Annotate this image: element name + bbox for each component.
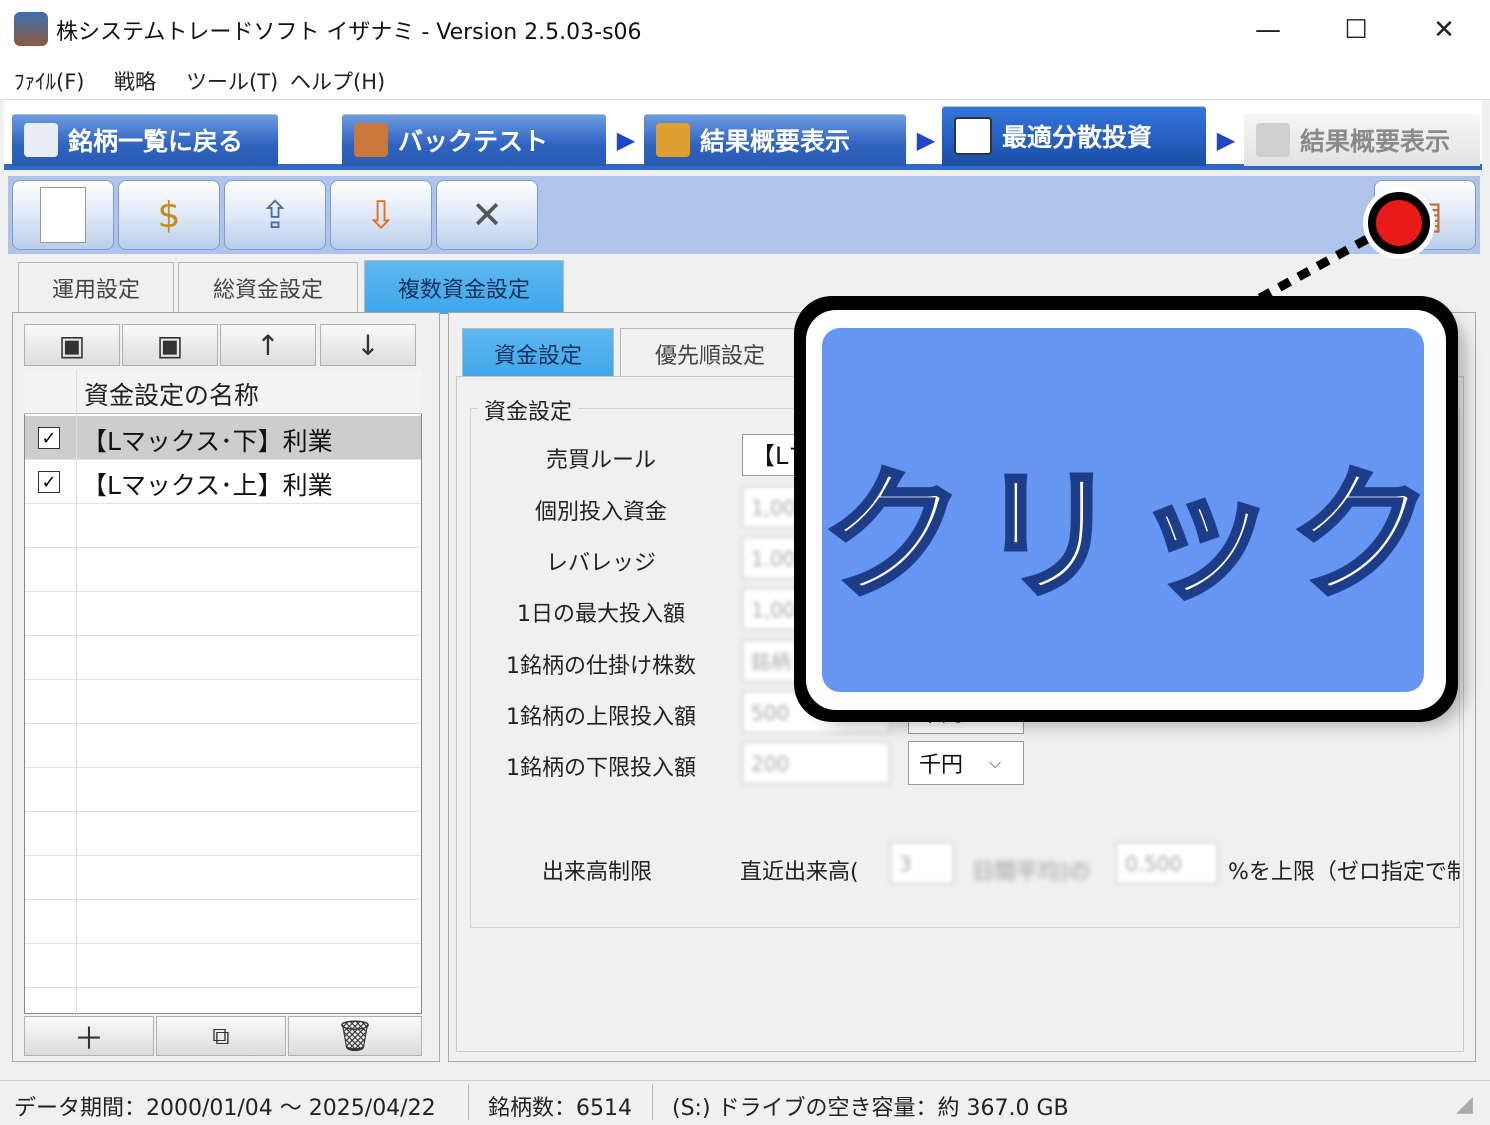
move-down-button[interactable]: ↓ [320,324,416,366]
status-divider [468,1084,469,1120]
status-divider [652,1084,653,1120]
table-row [25,680,421,724]
volume-percent-input[interactable]: 0.500 [1116,842,1218,884]
copy-icon: ⧉ [212,1022,230,1050]
tab-optimal-distribution[interactable]: 最適分散投資 [942,106,1206,166]
backpack-icon [354,123,388,157]
menu-tools[interactable]: ツール(T) [186,66,278,96]
tab-result-summary-2[interactable]: 結果概要表示 [1244,114,1480,166]
save-icon: ▣ [58,328,86,362]
status-disk-space: (S:) ドライブの空き容量：約 367.0 GB [672,1096,1069,1121]
export-icon: ⇪ [259,193,291,237]
fund-button[interactable]: $ [118,180,220,250]
menu-file[interactable]: ﾌｧｲﾙ(F) [14,66,84,96]
app-icon [14,12,48,46]
plus-icon: ＋ [74,1022,104,1057]
fund-settings-icon: $ [157,194,181,236]
tools-icon: ✕ [471,193,503,237]
resize-grip-icon[interactable]: ◢ [1456,1092,1473,1117]
arrow-right-icon: ▶ [916,126,936,154]
lower-limit-input[interactable]: 200 [742,742,890,784]
save-as-icon: ▣ [156,328,184,362]
row-label: 【Lマックス･下】利業 [82,427,333,456]
tab-result-summary[interactable]: 結果概要表示 [644,114,906,166]
chevron-down-icon: ⌵ [989,753,1002,772]
label-trade-rule: 売買ルール [545,448,656,473]
tab-operation-settings[interactable]: 運用設定 [18,262,174,312]
copy-button[interactable]: ⧉ [156,1016,286,1056]
label-daily-max: 1日の最大投入額 [517,602,685,627]
label-volume-limit: 出来高制限 [541,860,652,885]
row-label: 【Lマックス･上】利業 [82,471,333,500]
save-as-button[interactable]: ▣ [122,324,218,366]
table-row [25,856,421,900]
volume-suffix: %を上限（ゼロ指定で制 [1228,860,1460,885]
tools-button[interactable]: ✕ [436,180,538,250]
row-checkbox[interactable]: ✓ [38,471,60,493]
new-document-icon [40,187,86,243]
calendar-grid-icon [954,117,992,155]
grid-column-divider [76,370,77,1014]
arrow-right-icon: ▶ [616,126,636,154]
import-icon: ⇩ [365,193,397,237]
callout-text: クリック [820,452,1446,622]
table-row [25,504,421,548]
trash-icon: 🗑 [335,1018,375,1054]
row-checkbox[interactable]: ✓ [38,427,60,449]
chart-icon [656,123,690,157]
tab-total-fund-settings[interactable]: 総資金設定 [178,262,358,312]
eye-icon [24,123,58,157]
arrow-right-icon: ▶ [1216,126,1236,154]
new-button[interactable] [12,180,114,250]
label-upper-limit: 1銘柄の上限投入額 [506,705,696,730]
volume-mid: 日間平均)の [972,860,1091,885]
table-row [25,592,421,636]
tab-back-to-list[interactable]: 銘柄一覧に戻る [12,114,278,166]
table-row [25,900,421,944]
tab-multi-fund-settings[interactable]: 複数資金設定 [364,260,564,314]
menu-help[interactable]: ヘルプ(H) [290,66,385,96]
maximize-button[interactable]: ☐ [1312,0,1400,60]
tab-fund-settings[interactable]: 資金設定 [462,328,614,378]
table-row [25,944,421,988]
volume-days-input[interactable]: 3 [890,842,954,884]
table-row [25,636,421,680]
chart-icon [1256,123,1290,157]
status-stock-count: 銘柄数：6514 [488,1096,632,1121]
menu-strategy[interactable]: 戦略 [114,66,156,96]
label-share-count: 1銘柄の仕掛け株数 [506,654,696,679]
export-button[interactable]: ⇪ [224,180,326,250]
table-row [25,768,421,812]
arrow-down-icon: ↓ [356,328,380,362]
label-lower-limit: 1銘柄の下限投入額 [506,756,696,781]
volume-prefix: 直近出来高( [740,860,859,885]
group-title: 資金設定 [478,394,579,426]
label-leverage: レバレッジ [545,551,656,576]
arrow-up-icon: ↑ [256,328,280,362]
save-button[interactable]: ▣ [24,324,120,366]
label-individual-fund: 個別投入資金 [534,500,667,525]
column-header-name: 資金設定の名称 [84,381,260,410]
table-row [25,724,421,768]
close-button[interactable]: ✕ [1400,0,1488,60]
window-title: 株システムトレードソフト イザナミ - Version 2.5.03-s06 [56,20,642,45]
click-marker [1368,192,1430,254]
import-button[interactable]: ⇩ [330,180,432,250]
add-button[interactable]: ＋ [24,1016,154,1057]
tab-backtest[interactable]: バックテスト [342,114,606,166]
table-row [25,812,421,856]
minimize-button[interactable]: — [1224,0,1312,60]
move-up-button[interactable]: ↑ [220,324,316,366]
delete-button[interactable]: 🗑 [288,1016,422,1056]
table-row [25,548,421,592]
tab-priority-settings[interactable]: 優先順設定 [620,328,800,378]
status-data-period: データ期間：2000/01/04 〜 2025/04/22 [14,1096,436,1121]
lower-limit-unit-select[interactable]: 千円 ⌵ [908,741,1024,785]
